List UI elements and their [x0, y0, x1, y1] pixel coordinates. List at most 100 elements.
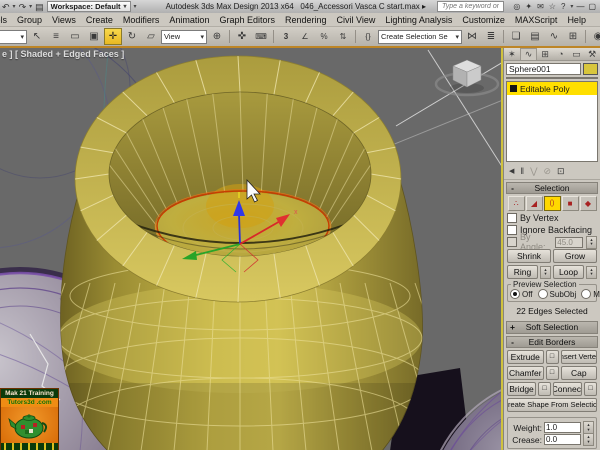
help-caret-icon[interactable]: ▾ — [570, 3, 573, 10]
crease-spinner[interactable]: ▴ ▾ — [583, 433, 594, 447]
curve-editor-icon[interactable]: ∿ — [545, 28, 563, 45]
preview-subobj-radio[interactable] — [537, 289, 548, 300]
menu-group[interactable]: Group — [12, 15, 47, 25]
menu-lighting-analysis[interactable]: Lighting Analysis — [380, 15, 457, 25]
select-rotate-icon[interactable]: ↻ — [123, 28, 141, 45]
stack-entry-editable-poly[interactable]: Editable Poly — [507, 82, 597, 96]
perspective-viewport[interactable]: e ] [ Shaded + Edged Faces ] x Mak 21 Tr… — [0, 48, 503, 450]
weight-field[interactable]: 1.0 — [544, 422, 581, 434]
redo-icon[interactable]: ↷ — [19, 2, 27, 12]
sub-edge-icon[interactable]: ◢ — [525, 196, 543, 212]
loop-spinner[interactable]: ▴ ▾ — [586, 265, 597, 279]
remove-modifier-icon[interactable]: ⊘ — [544, 166, 552, 177]
rectangular-region-icon[interactable]: ▭ — [66, 28, 84, 45]
ring-button[interactable]: Ring — [507, 265, 538, 280]
select-by-name-icon[interactable]: ≡ — [47, 28, 65, 45]
sub-vertex-icon[interactable]: ∴ — [507, 196, 525, 212]
pin-stack-icon[interactable]: ◀ — [509, 167, 514, 175]
snaps-toggle-icon[interactable]: 3 — [277, 28, 295, 45]
sub-element-icon[interactable]: ◆ — [579, 196, 597, 212]
menu-maxscript[interactable]: MAXScript — [510, 15, 563, 25]
make-unique-icon[interactable]: ⋁ — [530, 166, 537, 177]
menu-create[interactable]: Create — [81, 15, 118, 25]
menu-civil-view[interactable]: Civil View — [332, 15, 381, 25]
shrink-button[interactable]: Shrink — [507, 249, 551, 264]
chamfer-settings-button[interactable]: □ — [545, 365, 559, 380]
tab-modify-icon[interactable]: ∿ — [519, 48, 538, 61]
named-selection-dropdown[interactable]: Create Selection Se ▾ — [378, 29, 462, 44]
crease-field[interactable]: 0.0 — [544, 434, 581, 446]
maximize-button[interactable]: ▢ — [588, 2, 596, 11]
ring-spinner[interactable]: ▴ ▾ — [540, 265, 551, 279]
tab-display-icon[interactable]: ▭ — [569, 48, 585, 60]
preview-multi-radio[interactable] — [581, 289, 592, 300]
subscription-key-icon[interactable]: ✦ — [525, 2, 532, 11]
communication-center-icon[interactable]: ✉ — [537, 2, 544, 11]
select-move-icon[interactable]: ✛ — [104, 28, 122, 45]
search-history-icon[interactable]: ◎ — [513, 2, 520, 11]
angle-snap-icon[interactable]: ∠ — [296, 28, 314, 45]
menu-graph-editors[interactable]: Graph Editors — [214, 15, 280, 25]
spinner-snap-icon[interactable]: ⇅ — [334, 28, 352, 45]
keyboard-override-icon[interactable]: ⌨ — [252, 28, 270, 45]
by-vertex-checkbox[interactable] — [507, 213, 517, 224]
cap-button[interactable]: Cap — [560, 365, 597, 380]
window-crossing-icon[interactable]: ▣ — [85, 28, 103, 45]
menu-rendering[interactable]: Rendering — [280, 15, 332, 25]
tab-create-icon[interactable]: ✶ — [504, 48, 520, 60]
connect-button[interactable]: Connect — [553, 381, 582, 396]
ribbon-toggle-icon[interactable]: ▤ — [526, 28, 544, 45]
minimize-button[interactable]: — — [576, 2, 584, 11]
menu-animation[interactable]: Animation — [164, 15, 214, 25]
chamfer-button[interactable]: Chamfer — [507, 365, 544, 380]
select-object-icon[interactable]: ↖ — [28, 28, 46, 45]
grow-button[interactable]: Grow — [553, 249, 597, 264]
menu-views[interactable]: Views — [47, 15, 81, 25]
layer-manager-icon[interactable]: ❏ — [507, 28, 525, 45]
object-color-swatch[interactable] — [583, 63, 598, 76]
named-selection-sets-icon[interactable]: {} — [359, 28, 377, 45]
menu-help[interactable]: Help — [562, 15, 591, 25]
ignore-backfacing-checkbox[interactable] — [507, 225, 517, 236]
redo-caret-icon[interactable]: ▾ — [29, 3, 32, 10]
search-input[interactable] — [440, 2, 502, 11]
infocenter-search[interactable] — [437, 1, 505, 12]
extrude-button[interactable]: Extrude — [507, 349, 544, 364]
percent-snap-icon[interactable]: % — [315, 28, 333, 45]
workspace-flyout-icon[interactable]: ▾ — [134, 3, 137, 10]
rollout-selection-header[interactable]: - Selection — [506, 181, 598, 195]
loop-button[interactable]: Loop — [553, 265, 584, 280]
tab-utilities-icon[interactable]: ⚒ — [584, 48, 600, 60]
tab-motion-icon[interactable]: ◔ — [553, 48, 569, 60]
configure-sets-icon[interactable]: ⊡ — [557, 166, 565, 177]
bridge-settings-button[interactable]: □ — [538, 381, 551, 396]
undo-icon[interactable]: ↶ — [2, 2, 10, 12]
use-pivot-center-icon[interactable]: ⊕ — [208, 28, 226, 45]
viewport-label[interactable]: e ] [ Shaded + Edged Faces ] — [2, 49, 124, 59]
mirror-icon[interactable]: ⋈ — [463, 28, 481, 45]
connect-settings-button[interactable]: □ — [584, 381, 597, 396]
select-scale-icon[interactable]: ▱ — [142, 28, 160, 45]
preview-off-radio[interactable] — [510, 289, 520, 300]
align-icon[interactable]: ≣ — [482, 28, 500, 45]
menu-tools[interactable]: Tools — [0, 15, 12, 25]
extrude-settings-button[interactable]: □ — [545, 349, 559, 364]
menu-customize[interactable]: Customize — [457, 15, 510, 25]
insert-vertex-button[interactable]: Insert Vertex — [560, 349, 597, 364]
undo-caret-icon[interactable]: ▾ — [13, 3, 16, 10]
show-end-result-icon[interactable]: ‖ — [520, 166, 524, 176]
sub-polygon-icon[interactable]: ■ — [561, 196, 579, 212]
rollout-soft-selection-header[interactable]: + Soft Selection — [506, 321, 598, 334]
favorites-icon[interactable]: ☆ — [549, 2, 556, 11]
material-editor-icon[interactable]: ◉ — [589, 28, 600, 45]
help-icon[interactable]: ? — [561, 2, 565, 11]
select-manipulate-icon[interactable]: ✜ — [233, 28, 251, 45]
object-name-field[interactable]: Sphere001 — [506, 63, 581, 76]
menu-modifiers[interactable]: Modifiers — [118, 15, 165, 25]
reference-coordinate-dropdown[interactable]: View ▾ — [161, 29, 207, 44]
tab-hierarchy-icon[interactable]: ⊞ — [537, 48, 553, 60]
workspace-dropdown[interactable]: Workspace: Default ▾ — [46, 1, 131, 12]
modifier-list-dropdown[interactable]: Modifier List ▾ — [506, 77, 598, 80]
create-shape-button[interactable]: Create Shape From Selection — [507, 397, 597, 412]
schematic-view-icon[interactable]: ⊞ — [564, 28, 582, 45]
